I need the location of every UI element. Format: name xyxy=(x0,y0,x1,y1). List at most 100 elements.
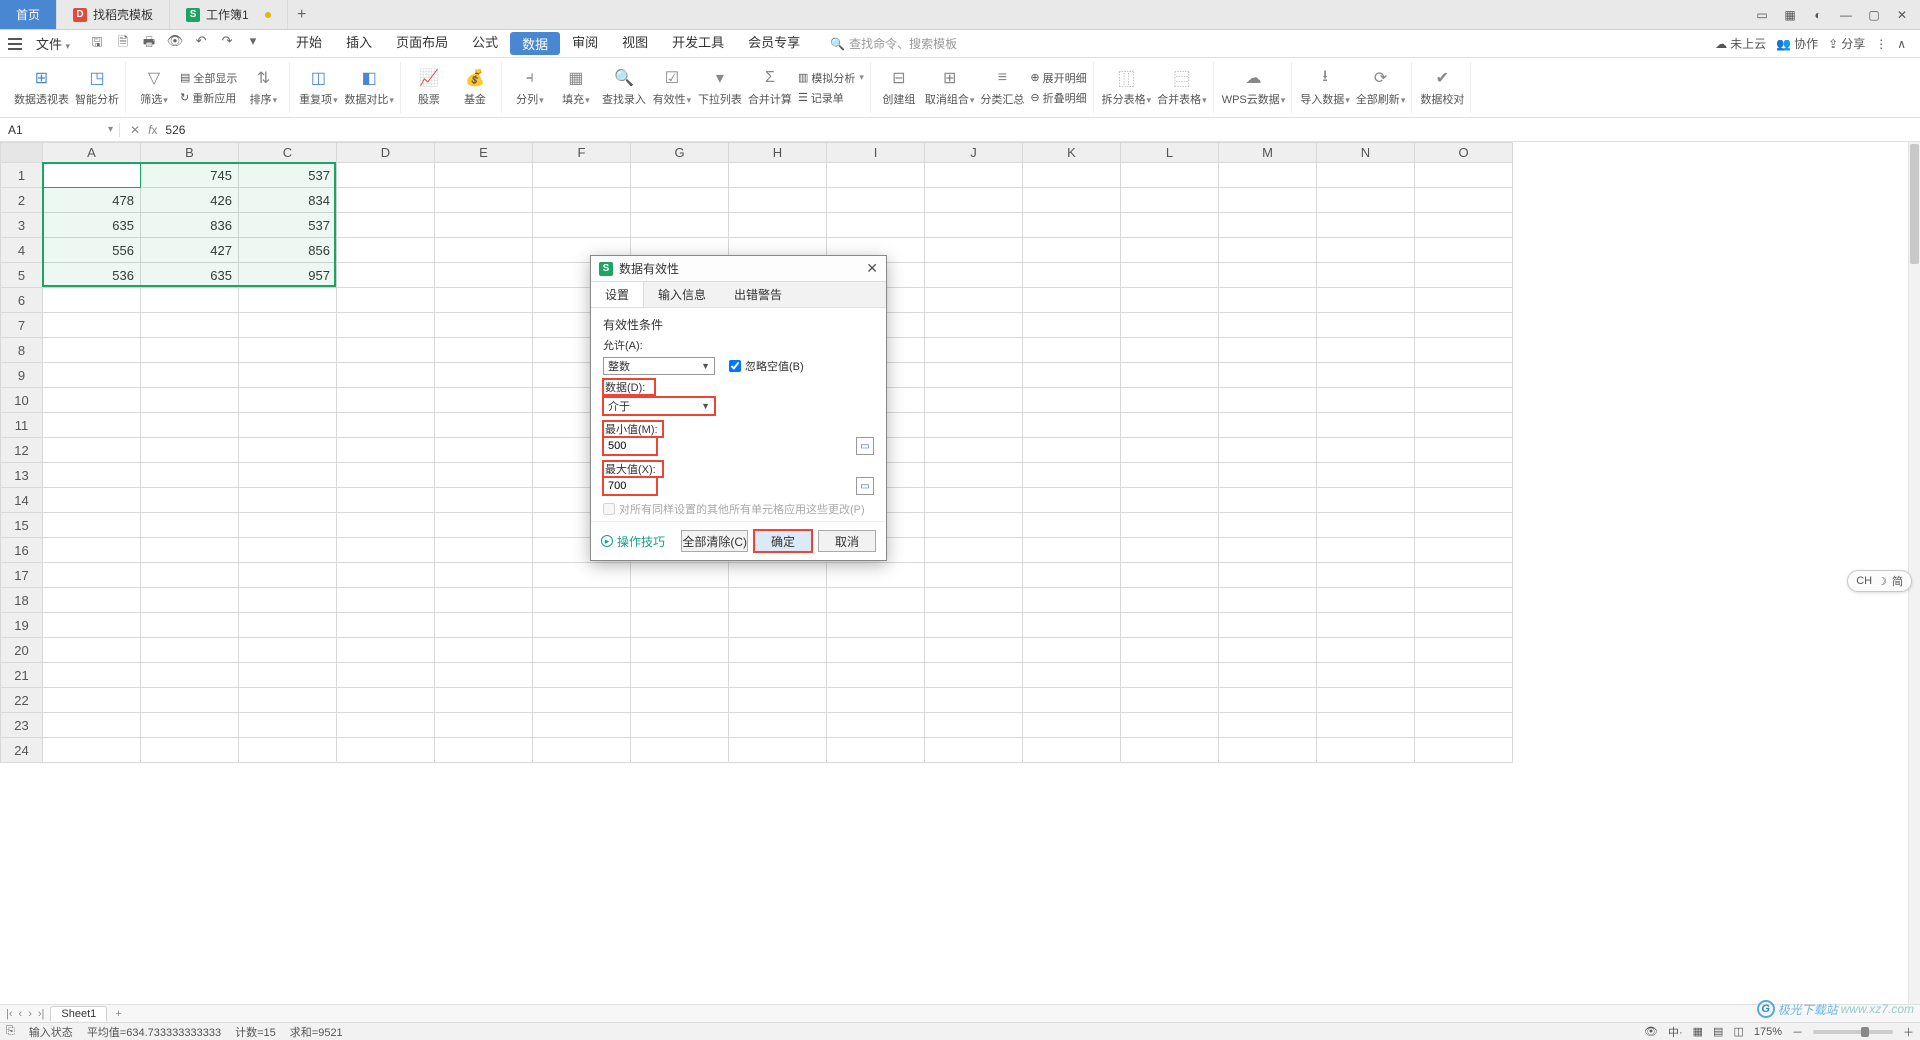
tab-home[interactable]: 首页 xyxy=(0,0,57,29)
ribbon-smart[interactable]: ◳智能分析 xyxy=(75,68,119,107)
cell-N9[interactable] xyxy=(1317,363,1415,388)
ribbon-split[interactable]: ⫞分列▾ xyxy=(510,68,550,107)
tab-document[interactable]: S 工作簿1 xyxy=(170,0,288,29)
col-header-C[interactable]: C xyxy=(239,143,337,163)
cell-M23[interactable] xyxy=(1219,713,1317,738)
cell-L11[interactable] xyxy=(1121,413,1219,438)
cell-M21[interactable] xyxy=(1219,663,1317,688)
cell-K11[interactable] xyxy=(1023,413,1121,438)
cell-I23[interactable] xyxy=(827,713,925,738)
row-header-14[interactable]: 14 xyxy=(1,488,43,513)
tips-link[interactable]: ▸操作技巧 xyxy=(601,533,665,550)
cell-K7[interactable] xyxy=(1023,313,1121,338)
cell-A15[interactable] xyxy=(43,513,141,538)
fx-icon[interactable]: fx xyxy=(148,123,157,137)
cell-I17[interactable] xyxy=(827,563,925,588)
row-header-20[interactable]: 20 xyxy=(1,638,43,663)
ribbon-filter[interactable]: ▽筛选▾ xyxy=(134,68,174,107)
zoom-slider[interactable] xyxy=(1813,1030,1893,1034)
cell-N21[interactable] xyxy=(1317,663,1415,688)
cell-D21[interactable] xyxy=(337,663,435,688)
row-header-12[interactable]: 12 xyxy=(1,438,43,463)
cell-K19[interactable] xyxy=(1023,613,1121,638)
zoom-out-icon[interactable]: － xyxy=(1792,1024,1803,1040)
cell-L14[interactable] xyxy=(1121,488,1219,513)
cell-O6[interactable] xyxy=(1415,288,1513,313)
cell-D13[interactable] xyxy=(337,463,435,488)
cell-N15[interactable] xyxy=(1317,513,1415,538)
cell-E23[interactable] xyxy=(435,713,533,738)
minimize-button[interactable]: — xyxy=(1838,7,1854,23)
cell-I20[interactable] xyxy=(827,638,925,663)
ribbon-group[interactable]: ⊟创建组 xyxy=(879,68,919,107)
ribbon-compare[interactable]: ◧数据对比▾ xyxy=(344,68,394,107)
cell-E14[interactable] xyxy=(435,488,533,513)
ribbon-collapse[interactable]: ⊖折叠明细 xyxy=(1030,90,1086,106)
cell-O21[interactable] xyxy=(1415,663,1513,688)
ribbon-stock[interactable]: 📈股票 xyxy=(409,68,449,107)
row-header-8[interactable]: 8 xyxy=(1,338,43,363)
zoom-in-icon[interactable]: ＋ xyxy=(1903,1024,1914,1040)
ribbon-dup[interactable]: ◫重复项▾ xyxy=(298,68,338,107)
cell-O14[interactable] xyxy=(1415,488,1513,513)
cell-N20[interactable] xyxy=(1317,638,1415,663)
cell-C17[interactable] xyxy=(239,563,337,588)
cell-D1[interactable] xyxy=(337,163,435,188)
cell-J1[interactable] xyxy=(925,163,1023,188)
cell-C6[interactable] xyxy=(239,288,337,313)
cell-K15[interactable] xyxy=(1023,513,1121,538)
cell-C18[interactable] xyxy=(239,588,337,613)
cell-O15[interactable] xyxy=(1415,513,1513,538)
cell-E2[interactable] xyxy=(435,188,533,213)
cell-F24[interactable] xyxy=(533,738,631,763)
menu-expand[interactable]: ∧ xyxy=(1897,37,1906,51)
cell-E18[interactable] xyxy=(435,588,533,613)
cell-A2[interactable]: 478 xyxy=(43,188,141,213)
row-header-16[interactable]: 16 xyxy=(1,538,43,563)
cell-J7[interactable] xyxy=(925,313,1023,338)
col-header-M[interactable]: M xyxy=(1219,143,1317,163)
cell-J4[interactable] xyxy=(925,238,1023,263)
cell-O16[interactable] xyxy=(1415,538,1513,563)
cell-E5[interactable] xyxy=(435,263,533,288)
cell-B20[interactable] xyxy=(141,638,239,663)
view-normal-icon[interactable]: ▦ xyxy=(1693,1025,1703,1038)
save-icon[interactable]: 🖫 xyxy=(88,33,106,55)
allow-select[interactable]: 整数▼ xyxy=(603,357,715,375)
row-header-3[interactable]: 3 xyxy=(1,213,43,238)
cell-D20[interactable] xyxy=(337,638,435,663)
col-header-G[interactable]: G xyxy=(631,143,729,163)
cloud-status[interactable]: ☁未上云 xyxy=(1715,35,1766,52)
ribbon-tab-8[interactable]: 会员专享 xyxy=(736,32,812,55)
cell-G22[interactable] xyxy=(631,688,729,713)
cell-N23[interactable] xyxy=(1317,713,1415,738)
cell-M13[interactable] xyxy=(1219,463,1317,488)
ribbon-merge-table[interactable]: ⿳合并表格▾ xyxy=(1157,68,1207,107)
cell-G24[interactable] xyxy=(631,738,729,763)
cell-D19[interactable] xyxy=(337,613,435,638)
sheet-first-icon[interactable]: |‹ xyxy=(6,1008,13,1020)
cell-M4[interactable] xyxy=(1219,238,1317,263)
cell-J2[interactable] xyxy=(925,188,1023,213)
cell-B12[interactable] xyxy=(141,438,239,463)
cell-A5[interactable]: 536 xyxy=(43,263,141,288)
ribbon-reapply[interactable]: ↻重新应用 xyxy=(180,90,236,106)
ribbon-lookup[interactable]: 🔍查找录入 xyxy=(602,68,646,107)
cell-D7[interactable] xyxy=(337,313,435,338)
cell-L24[interactable] xyxy=(1121,738,1219,763)
cell-H18[interactable] xyxy=(729,588,827,613)
cell-J6[interactable] xyxy=(925,288,1023,313)
cell-D17[interactable] xyxy=(337,563,435,588)
cell-N12[interactable] xyxy=(1317,438,1415,463)
cell-N1[interactable] xyxy=(1317,163,1415,188)
more-quick-icon[interactable]: ▾ xyxy=(244,33,262,55)
file-menu[interactable]: 文件 ▾ xyxy=(28,34,78,53)
cell-E17[interactable] xyxy=(435,563,533,588)
dialog-tab-error[interactable]: 出错警告 xyxy=(720,282,796,307)
cell-C15[interactable] xyxy=(239,513,337,538)
cell-D10[interactable] xyxy=(337,388,435,413)
ribbon-tab-3[interactable]: 公式 xyxy=(460,32,510,55)
cell-J20[interactable] xyxy=(925,638,1023,663)
cell-I2[interactable] xyxy=(827,188,925,213)
cell-N6[interactable] xyxy=(1317,288,1415,313)
